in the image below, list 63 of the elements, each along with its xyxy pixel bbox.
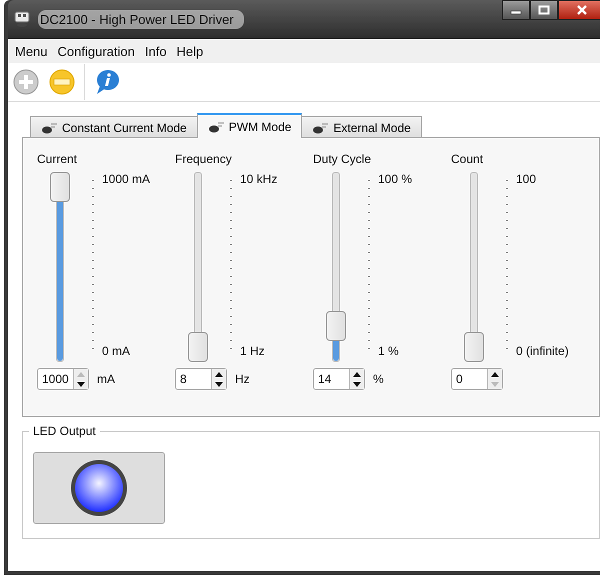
maximize-button[interactable]: [530, 0, 558, 20]
slider-label: Duty Cycle: [313, 152, 372, 166]
slider-thumb[interactable]: [50, 172, 70, 202]
menu-item[interactable]: Info: [140, 44, 172, 58]
down-arrow-icon: [491, 382, 499, 386]
up-arrow-icon: [491, 372, 499, 376]
menu-item[interactable]: Configuration: [52, 44, 140, 58]
up-arrow-icon: [353, 372, 361, 376]
min-label: 0 (infinite): [516, 344, 569, 358]
down-arrow-button[interactable]: [350, 379, 364, 389]
up-arrow-button[interactable]: [488, 369, 502, 379]
spin-box[interactable]: 14: [313, 368, 365, 390]
unit-label: %: [373, 372, 384, 386]
tab[interactable]: External Mode: [301, 116, 422, 138]
close-icon: [576, 5, 588, 15]
slider[interactable]: [50, 172, 70, 362]
up-arrow-icon: [77, 372, 85, 376]
up-arrow-button[interactable]: [350, 369, 364, 379]
min-label: 1 Hz: [240, 344, 266, 358]
menu-item[interactable]: Menu: [10, 44, 53, 58]
down-arrow-icon: [77, 382, 85, 386]
led-icon: [41, 122, 59, 134]
spin-box[interactable]: 0: [451, 368, 503, 390]
led-icon: [208, 120, 226, 132]
slider-thumb[interactable]: [188, 332, 208, 362]
plus-icon: [12, 68, 40, 96]
unit-label: mA: [97, 372, 115, 386]
remove-button[interactable]: [48, 68, 76, 96]
slider-label: Frequency: [175, 152, 232, 166]
slider-thumb[interactable]: [326, 311, 346, 342]
max-label: 100: [516, 172, 538, 186]
max-label: 100 %: [378, 172, 412, 186]
menu-item[interactable]: Help: [172, 44, 208, 58]
up-arrow-icon: [215, 372, 223, 376]
slider[interactable]: [464, 172, 484, 362]
unit-label: Hz: [235, 372, 250, 386]
slider[interactable]: [188, 172, 208, 362]
slider-label: Count: [451, 152, 484, 166]
up-arrow-button[interactable]: [212, 369, 226, 379]
slider-thumb[interactable]: [464, 332, 484, 362]
down-arrow-button[interactable]: [212, 379, 226, 389]
max-label: 10 kHz: [240, 172, 278, 186]
min-label: 0 mA: [102, 344, 132, 358]
slider-label: Current: [37, 152, 78, 166]
tab[interactable]: PWM Mode: [196, 113, 302, 138]
led-icon: [312, 122, 330, 134]
min-label: 1 %: [378, 344, 400, 358]
close-button[interactable]: [558, 0, 600, 20]
max-label: 1000 mA: [102, 172, 150, 186]
down-arrow-button[interactable]: [74, 379, 88, 389]
add-button[interactable]: [12, 68, 40, 96]
maximize-icon: [538, 5, 550, 15]
down-arrow-icon: [353, 382, 361, 386]
window-title: DC2100 - High Power LED Driver: [38, 10, 244, 28]
tab[interactable]: Constant Current Mode: [30, 116, 198, 138]
spin-box[interactable]: 8: [175, 368, 227, 390]
down-arrow-icon: [215, 382, 223, 386]
minimize-button[interactable]: [502, 0, 530, 20]
spin-box[interactable]: 1000: [37, 368, 89, 390]
minus-icon: [48, 68, 76, 96]
group-title: LED Output: [29, 424, 100, 438]
slider[interactable]: [326, 172, 346, 362]
app-icon: [14, 11, 32, 27]
